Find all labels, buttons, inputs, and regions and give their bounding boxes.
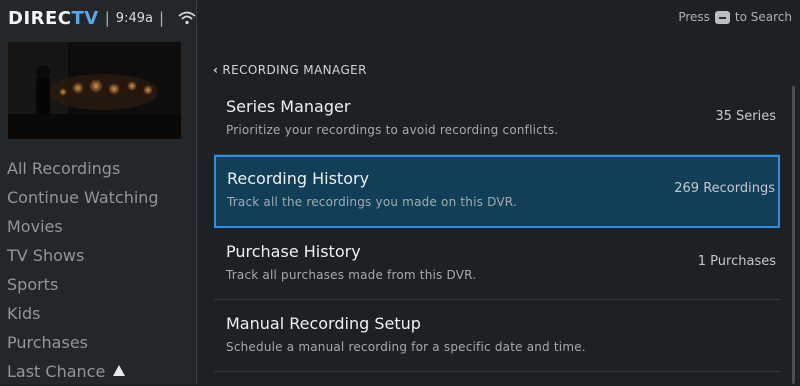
breadcrumb[interactable]: ‹ RECORDING MANAGER — [213, 63, 367, 77]
menu-row-recording-history[interactable]: Recording History Track all the recordin… — [214, 155, 780, 228]
row-description: Schedule a manual recording for a specif… — [226, 340, 586, 354]
menu-row-manual-recording-setup[interactable]: Manual Recording Setup Schedule a manual… — [214, 300, 780, 372]
wifi-icon — [178, 11, 196, 25]
menu-row-purchase-history[interactable]: Purchase History Track all purchases mad… — [214, 228, 780, 300]
warning-icon — [113, 365, 126, 376]
directv-logo: DIRECTV — [8, 7, 99, 29]
clock: 9:49a — [115, 10, 153, 26]
row-description: Track all purchases made from this DVR. — [226, 268, 477, 282]
row-title: Purchase History — [226, 242, 361, 261]
row-count: 269 Recordings — [674, 181, 775, 196]
row-count: 1 Purchases — [697, 254, 776, 269]
row-description: Prioritize your recordings to avoid reco… — [226, 123, 559, 137]
separator: | — [158, 9, 165, 27]
search-hint-prefix: Press — [678, 10, 710, 24]
row-title: Recording History — [227, 169, 370, 188]
row-count: 35 Series — [715, 109, 776, 124]
sidebar-item-all-recordings[interactable]: All Recordings — [0, 154, 196, 183]
row-description: Track all the recordings you made on thi… — [227, 195, 517, 209]
sidebar-item-continue-watching[interactable]: Continue Watching — [0, 183, 196, 212]
chevron-left-icon: ‹ — [213, 63, 219, 77]
separator: | — [104, 9, 110, 27]
sidebar-item-tv-shows[interactable]: TV Shows — [0, 241, 196, 270]
sidebar-item-last-chance[interactable]: Last Chance — [0, 357, 196, 386]
recording-manager-menu: Series Manager Prioritize your recording… — [214, 83, 780, 372]
sidebar-item-movies[interactable]: Movies — [0, 212, 196, 241]
video-thumbnail — [8, 42, 181, 139]
video-preview[interactable] — [8, 42, 181, 139]
scrollbar[interactable] — [792, 86, 795, 384]
status-bar: DIRECTV | 9:49a | — [8, 6, 196, 30]
menu-row-series-manager[interactable]: Series Manager Prioritize your recording… — [214, 83, 780, 155]
row-title: Series Manager — [226, 97, 351, 116]
sidebar-item-kids[interactable]: Kids — [0, 299, 196, 328]
search-hint: Press to Search — [678, 10, 792, 24]
search-hint-suffix: to Search — [734, 10, 792, 24]
row-title: Manual Recording Setup — [226, 314, 421, 333]
minus-button-icon — [714, 10, 730, 24]
sidebar: DIRECTV | 9:49a | All Recordings Continu… — [0, 0, 197, 384]
sidebar-item-purchases[interactable]: Purchases — [0, 328, 196, 357]
breadcrumb-label: RECORDING MANAGER — [222, 63, 367, 77]
sidebar-nav: All Recordings Continue Watching Movies … — [0, 154, 196, 386]
sidebar-item-label: Last Chance — [7, 362, 106, 381]
sidebar-item-sports[interactable]: Sports — [0, 270, 196, 299]
